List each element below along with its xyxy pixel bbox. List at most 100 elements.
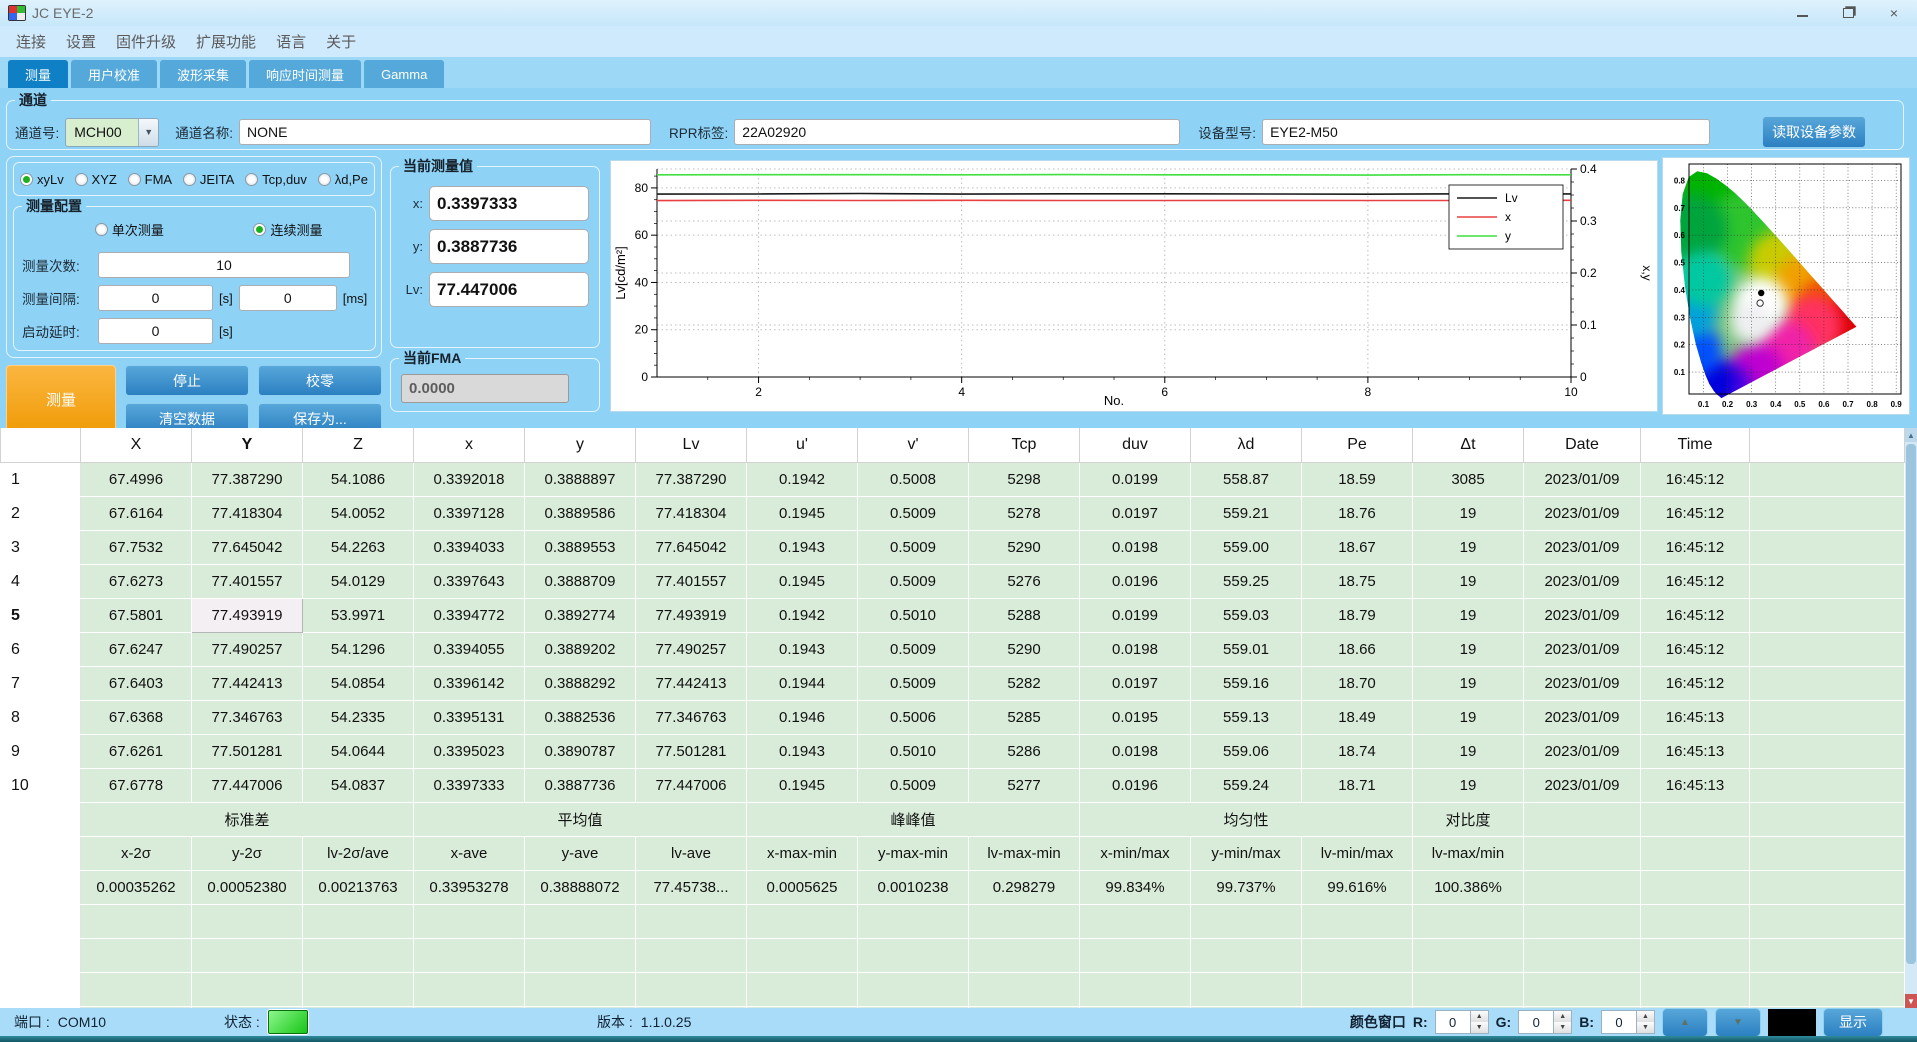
row-number[interactable]: 1 bbox=[1, 463, 81, 497]
table-cell[interactable]: 16:45:13 bbox=[1641, 735, 1750, 769]
table-cell[interactable]: 54.0052 bbox=[303, 497, 414, 531]
table-cell[interactable] bbox=[1191, 973, 1302, 1007]
close-button[interactable]: × bbox=[1871, 0, 1917, 26]
table-cell[interactable]: 19 bbox=[1413, 599, 1524, 633]
table-cell[interactable]: 16:45:12 bbox=[1641, 633, 1750, 667]
table-cell[interactable] bbox=[1524, 973, 1641, 1007]
table-cell[interactable]: 2023/01/09 bbox=[1524, 701, 1641, 735]
table-cell[interactable]: 77.346763 bbox=[192, 701, 303, 735]
table-cell[interactable]: 77.447006 bbox=[192, 769, 303, 803]
table-cell[interactable]: 16:45:12 bbox=[1641, 599, 1750, 633]
table-cell[interactable]: 0.3882536 bbox=[525, 701, 636, 735]
table-cell[interactable]: 0.1945 bbox=[747, 565, 858, 599]
channel-name-input[interactable]: NONE bbox=[239, 119, 651, 145]
table-cell[interactable]: 0.3892774 bbox=[525, 599, 636, 633]
table-cell[interactable] bbox=[969, 939, 1080, 973]
menu-language[interactable]: 语言 bbox=[266, 31, 316, 52]
table-cell[interactable]: 77.645042 bbox=[192, 531, 303, 565]
table-cell[interactable] bbox=[1524, 939, 1641, 973]
start-delay-input[interactable]: 0 bbox=[98, 318, 213, 344]
table-cell[interactable] bbox=[414, 939, 525, 973]
table-cell[interactable]: 0.5010 bbox=[858, 599, 969, 633]
table-cell[interactable]: 0.1942 bbox=[747, 463, 858, 497]
table-cell[interactable]: 0.5008 bbox=[858, 463, 969, 497]
table-cell[interactable]: 67.6261 bbox=[81, 735, 192, 769]
table-cell[interactable] bbox=[1413, 973, 1524, 1007]
table-cell[interactable] bbox=[192, 939, 303, 973]
table-cell[interactable]: 0.0196 bbox=[1080, 565, 1191, 599]
scroll-up-icon[interactable]: ▲ bbox=[1905, 428, 1917, 442]
table-cell[interactable]: 18.74 bbox=[1302, 735, 1413, 769]
table-cell[interactable]: 5277 bbox=[969, 769, 1080, 803]
table-cell[interactable]: 19 bbox=[1413, 735, 1524, 769]
table-cell[interactable]: 0.0198 bbox=[1080, 531, 1191, 565]
row-number[interactable]: 7 bbox=[1, 667, 81, 701]
table-cell[interactable] bbox=[636, 939, 747, 973]
row-number[interactable]: 8 bbox=[1, 701, 81, 735]
show-button[interactable]: 显示 bbox=[1823, 1008, 1883, 1037]
table-cell[interactable]: 0.3395023 bbox=[414, 735, 525, 769]
table-cell[interactable]: 18.71 bbox=[1302, 769, 1413, 803]
table-cell[interactable]: 0.3888292 bbox=[525, 667, 636, 701]
table-cell[interactable]: 0.3394033 bbox=[414, 531, 525, 565]
table-cell[interactable]: 559.21 bbox=[1191, 497, 1302, 531]
channel-number-select[interactable]: MCH00 ▼ bbox=[65, 118, 159, 147]
table-cell[interactable]: 559.06 bbox=[1191, 735, 1302, 769]
table-cell[interactable]: 0.1946 bbox=[747, 701, 858, 735]
table-cell[interactable]: 18.67 bbox=[1302, 531, 1413, 565]
table-cell[interactable]: 0.1943 bbox=[747, 633, 858, 667]
b-stepper[interactable]: 0▲▼ bbox=[1601, 1010, 1655, 1034]
table-cell[interactable] bbox=[747, 905, 858, 939]
table-cell[interactable] bbox=[1641, 905, 1750, 939]
table-cell[interactable]: 19 bbox=[1413, 667, 1524, 701]
mode-xylv[interactable]: xyLv bbox=[20, 172, 64, 187]
table-cell[interactable]: 18.49 bbox=[1302, 701, 1413, 735]
stop-button[interactable]: 停止 bbox=[125, 365, 249, 396]
rpr-tag-input[interactable]: 22A02920 bbox=[734, 119, 1180, 145]
table-cell[interactable]: 559.00 bbox=[1191, 531, 1302, 565]
table-cell[interactable]: 19 bbox=[1413, 497, 1524, 531]
table-cell[interactable]: 559.13 bbox=[1191, 701, 1302, 735]
table-cell[interactable] bbox=[303, 939, 414, 973]
table-cell[interactable]: 0.5009 bbox=[858, 497, 969, 531]
table-cell[interactable]: 16:45:12 bbox=[1641, 531, 1750, 565]
table-cell[interactable]: 559.03 bbox=[1191, 599, 1302, 633]
table-cell[interactable]: 558.87 bbox=[1191, 463, 1302, 497]
table-cell[interactable]: 18.70 bbox=[1302, 667, 1413, 701]
table-cell[interactable]: 2023/01/09 bbox=[1524, 497, 1641, 531]
table-cell[interactable]: 54.2263 bbox=[303, 531, 414, 565]
table-cell[interactable]: 67.6164 bbox=[81, 497, 192, 531]
table-cell[interactable] bbox=[1641, 939, 1750, 973]
b-value[interactable]: 0 bbox=[1601, 1010, 1637, 1034]
table-cell[interactable] bbox=[1413, 939, 1524, 973]
table-cell[interactable]: 77.442413 bbox=[192, 667, 303, 701]
row-number[interactable]: 4 bbox=[1, 565, 81, 599]
table-cell[interactable] bbox=[414, 905, 525, 939]
table-cell[interactable]: 559.25 bbox=[1191, 565, 1302, 599]
tab-measure[interactable]: 测量 bbox=[8, 60, 68, 88]
table-cell[interactable]: 559.01 bbox=[1191, 633, 1302, 667]
row-number[interactable]: 3 bbox=[1, 531, 81, 565]
mode-fma[interactable]: FMA bbox=[128, 172, 172, 187]
tab-waveform-capture[interactable]: 波形采集 bbox=[160, 60, 246, 88]
table-cell[interactable]: 18.75 bbox=[1302, 565, 1413, 599]
measure-count-input[interactable]: 10 bbox=[98, 252, 350, 278]
table-cell[interactable]: 77.493919 bbox=[636, 599, 747, 633]
table-cell[interactable]: 77.501281 bbox=[636, 735, 747, 769]
table-cell[interactable] bbox=[81, 939, 192, 973]
row-number[interactable]: 5 bbox=[1, 599, 81, 633]
table-cell[interactable]: 67.6368 bbox=[81, 701, 192, 735]
table-cell[interactable]: 77.447006 bbox=[636, 769, 747, 803]
table-cell[interactable]: 77.401557 bbox=[636, 565, 747, 599]
continuous-measure-radio[interactable]: 连续测量 bbox=[253, 220, 322, 239]
table-cell[interactable] bbox=[525, 939, 636, 973]
table-cell[interactable] bbox=[303, 973, 414, 1007]
table-cell[interactable]: 16:45:13 bbox=[1641, 769, 1750, 803]
row-number[interactable]: 6 bbox=[1, 633, 81, 667]
table-cell[interactable]: 0.0197 bbox=[1080, 497, 1191, 531]
table-cell[interactable]: 2023/01/09 bbox=[1524, 633, 1641, 667]
table-cell[interactable] bbox=[1080, 939, 1191, 973]
table-cell[interactable] bbox=[1302, 973, 1413, 1007]
table-cell[interactable]: 67.6403 bbox=[81, 667, 192, 701]
table-cell[interactable] bbox=[747, 973, 858, 1007]
